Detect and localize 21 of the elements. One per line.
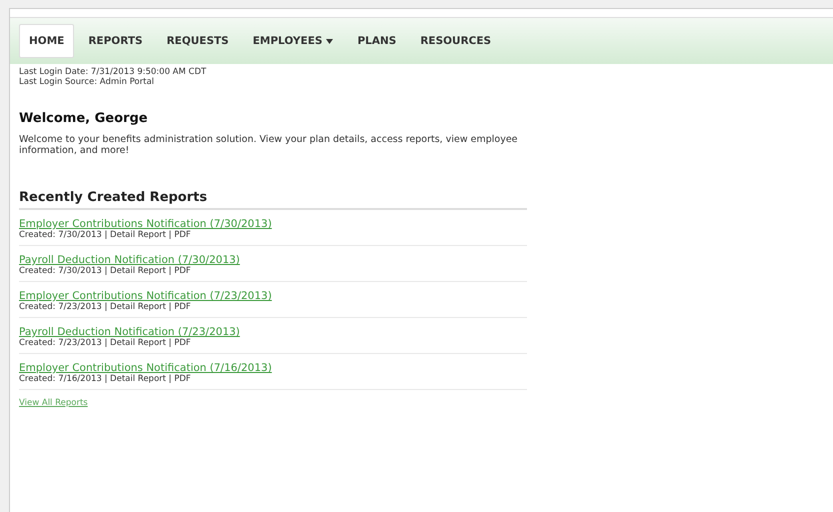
report-meta: Created: 7/30/2013 | Detail Report | PDF [19,266,191,276]
nav-tab[interactable]: HOME [19,24,74,58]
login-info: Last Login Date: 7/31/2013 9:50:00 AM CDT [19,67,208,77]
report-meta: Created: 7/23/2013 | Detail Report | PDF [19,338,191,348]
nav-tab[interactable]: REPORTS [78,24,153,58]
report-meta: Created: 7/16/2013 | Detail Report | PDF [19,374,191,384]
report-link[interactable]: Payroll Deduction Notification (7/30/2013) [19,254,240,266]
welcome-title: Welcome, George [19,111,149,126]
report-meta: Created: 7/30/2013 | Detail Report | PDF [19,230,191,240]
report-link[interactable]: Payroll Deduction Notification (7/23/2013) [19,326,240,338]
login-info: Last Login Source: Admin Portal [19,77,156,87]
reports-heading: Recently Created Reports [19,190,527,210]
report-link[interactable]: Employer Contributions Notification (7/16/2013) [19,362,272,374]
report-link[interactable]: Employer Contributions Notification (7/30/2013) [19,218,272,230]
report-meta: Created: 7/23/2013 | Detail Report | PDF [19,302,191,312]
report-link[interactable]: Employer Contributions Notification (7/23/2013) [19,290,272,302]
welcome-text: Welcome to your benefits administration solution. View your plan details, access reports, view employee information, and more! [19,134,519,156]
nav-tab[interactable]: REQUESTS [156,24,239,58]
nav-tab[interactable]: EMPLOYEES [242,24,344,58]
nav-tab[interactable]: RESOURCES [410,24,502,58]
nav-tab[interactable]: PLANS [347,24,406,58]
